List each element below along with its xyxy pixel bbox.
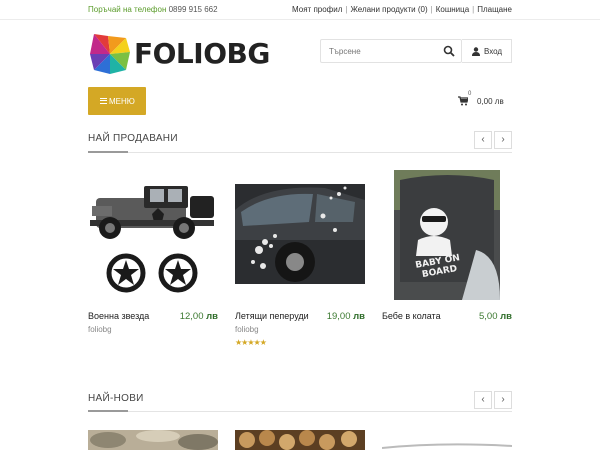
product-image[interactable] (88, 170, 218, 300)
top-bar: Поръчай на телефон 0899 915 662 Моят про… (0, 0, 600, 20)
wood-logs-thumbnail (235, 430, 365, 450)
link-checkout[interactable]: Плащане (477, 5, 512, 14)
product-image[interactable] (235, 430, 365, 450)
price-currency: лв (500, 311, 512, 322)
logo-pinwheel-icon (90, 34, 130, 74)
carousel-prev-button[interactable]: ‹ (474, 131, 492, 149)
cart-count: 0 (468, 91, 472, 97)
product-rating: ★★★★★ (235, 338, 267, 347)
product-price: 12,00 лв (180, 311, 218, 322)
carousel-prev-button[interactable]: ‹ (474, 391, 492, 409)
login-label: Вход (484, 47, 503, 56)
hamburger-icon (100, 98, 107, 104)
section-underline (88, 410, 128, 412)
login-button[interactable]: Вход (462, 39, 512, 63)
search-box (320, 39, 462, 63)
baby-on-board-image: BABY ON BOARD (382, 170, 512, 300)
stone-wall-thumbnail (88, 430, 218, 450)
product-card[interactable]: Летящи пеперуди 19,00 лв foliobg ★★★★★ (235, 170, 365, 350)
carousel-next-button[interactable]: › (494, 131, 512, 149)
cart-widget[interactable]: 0 0,00 лв (458, 91, 518, 109)
product-price: 19,00 лв (327, 311, 365, 322)
car-thumbnail (382, 430, 512, 450)
jeep-sticker-image (90, 186, 214, 293)
product-image[interactable] (382, 430, 512, 450)
price-value: 12,00 (179, 311, 204, 322)
product-name[interactable]: Бебе в колата (382, 311, 441, 321)
price-value: 19,00 (326, 311, 351, 322)
product-image[interactable]: BABY ON BOARD (382, 170, 512, 300)
site-logo[interactable]: FOLIOBG (88, 32, 270, 78)
carousel-next-button[interactable]: › (494, 391, 512, 409)
product-image[interactable] (88, 430, 218, 450)
link-separator: | (472, 5, 475, 14)
link-separator: | (430, 5, 433, 14)
phone-label: Поръчай на телефон (88, 5, 167, 14)
product-price: 5,00 лв (479, 311, 512, 322)
link-cart[interactable]: Кошница (436, 5, 469, 14)
top-links: Моят профил | Желани продукти (0) | Кошница |… (292, 5, 512, 14)
section-divider (88, 411, 512, 412)
product-vendor: foliobg (88, 325, 112, 334)
section-underline (88, 151, 128, 153)
search-icon[interactable] (443, 45, 455, 57)
link-wishlist[interactable]: Желани продукти (0) (350, 5, 427, 14)
link-my-profile[interactable]: Моят профил (292, 5, 342, 14)
product-vendor: foliobg (235, 325, 259, 334)
link-separator: | (345, 5, 348, 14)
user-icon (472, 47, 480, 56)
phone-number[interactable]: 0899 915 662 (169, 5, 218, 14)
phone-info: Поръчай на телефон 0899 915 662 (88, 5, 218, 14)
price-value: 5,00 (478, 311, 498, 322)
product-name[interactable]: Военна звезда (88, 311, 149, 321)
newest-title: НАЙ-НОВИ (88, 393, 144, 404)
cart-icon (458, 96, 468, 106)
product-card[interactable]: BABY ON BOARD Бебе в колата 5,00 лв (382, 170, 512, 350)
cart-total: 0,00 лв (477, 97, 504, 106)
price-currency: лв (353, 311, 365, 322)
section-divider (88, 152, 512, 153)
brand-name: FOLIOBG (134, 37, 270, 70)
product-image[interactable] (235, 170, 365, 300)
product-name[interactable]: Летящи пеперуди (235, 311, 309, 321)
butterfly-car-image (235, 170, 365, 300)
bestsellers-title: НАЙ ПРОДАВАНИ (88, 133, 178, 144)
menu-button[interactable]: МЕНЮ (88, 87, 146, 115)
product-card[interactable]: Военна звезда 12,00 лв foliobg (88, 170, 218, 350)
price-currency: лв (206, 311, 218, 322)
menu-label: МЕНЮ (109, 97, 135, 106)
search-input[interactable] (321, 40, 441, 62)
